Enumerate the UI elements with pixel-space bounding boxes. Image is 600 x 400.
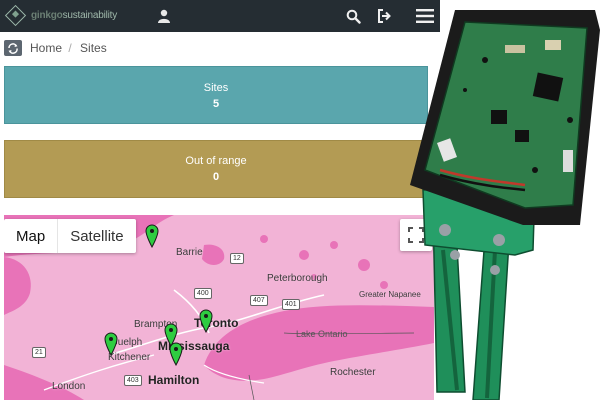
brand-name: ginkgosustainability: [31, 9, 118, 21]
map-type-satellite-button[interactable]: Satellite: [58, 219, 135, 253]
sites-map[interactable]: Map Satellite Barrie Peterborough Brampt…: [4, 215, 434, 400]
map-type-map-button[interactable]: Map: [4, 219, 59, 253]
soil-moisture-sensor-image: [410, 10, 600, 400]
sites-card[interactable]: Sites 5: [4, 66, 428, 124]
place-lake-ontario: Lake Ontario: [296, 329, 348, 339]
map-pin-icon[interactable]: [169, 342, 183, 366]
sites-card-value: 5: [212, 98, 220, 110]
breadcrumb-home[interactable]: Home: [30, 41, 62, 55]
map-pin-icon[interactable]: [145, 224, 159, 248]
logout-icon[interactable]: [373, 5, 395, 27]
breadcrumb-current: Sites: [80, 41, 107, 55]
breadcrumb: Home / Sites: [0, 32, 440, 62]
breadcrumb-trail: Home / Sites: [30, 41, 107, 55]
route-shield: 407: [250, 295, 268, 306]
out-of-range-card[interactable]: Out of range 0: [4, 140, 428, 198]
map-pin-icon[interactable]: [104, 332, 118, 356]
route-shield: 12: [230, 253, 244, 264]
out-of-range-card-title: Out of range: [185, 155, 247, 167]
route-shield: 400: [194, 288, 212, 299]
place-london: London: [52, 381, 86, 392]
route-shield: 21: [32, 347, 46, 358]
out-of-range-card-value: 0: [212, 171, 220, 183]
top-navbar: ginkgosustainability: [0, 0, 440, 32]
place-rochester: Rochester: [330, 367, 376, 378]
route-shield: 403: [124, 375, 142, 386]
place-hamilton: Hamilton: [148, 373, 200, 387]
user-icon[interactable]: [153, 5, 175, 27]
map-pin-icon[interactable]: [199, 309, 213, 333]
brand-logo[interactable]: ginkgosustainability: [4, 4, 117, 26]
refresh-icon[interactable]: [4, 40, 22, 56]
place-peterborough: Peterborough: [267, 273, 328, 284]
web-app: ginkgosustainability Home / Sites Sites …: [0, 0, 440, 400]
ginkgo-logo-icon: [4, 4, 27, 26]
sites-card-title: Sites: [203, 82, 229, 94]
breadcrumb-separator: /: [68, 41, 72, 55]
place-barrie: Barrie: [176, 247, 203, 258]
search-icon[interactable]: [342, 5, 364, 27]
map-type-control: Map Satellite: [4, 219, 136, 253]
route-shield: 401: [282, 299, 300, 310]
